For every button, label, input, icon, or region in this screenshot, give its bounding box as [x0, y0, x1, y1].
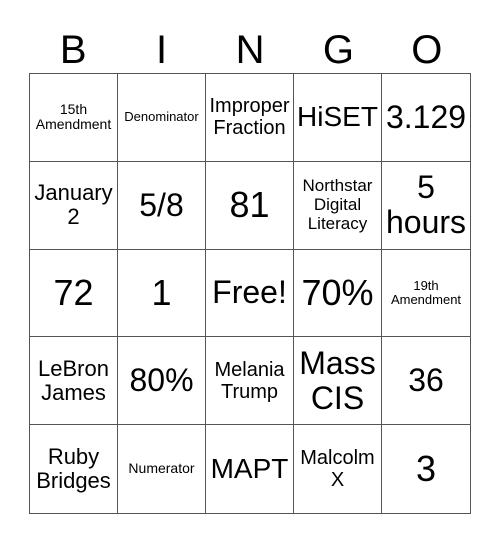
bingo-cell[interactable]: LeBron James	[30, 337, 118, 426]
bingo-cell[interactable]: 3	[382, 425, 470, 513]
header-letter-i: I	[156, 28, 168, 72]
bingo-header: B I N G O	[29, 28, 471, 72]
bingo-cell[interactable]: HiSET	[294, 74, 382, 162]
header-letter-n: N	[235, 28, 265, 72]
bingo-cell[interactable]: 15th Amendment	[30, 74, 118, 162]
bingo-cell[interactable]: 19th Amendment	[382, 250, 470, 338]
bingo-card: 15th Amendment Denominator Improper Frac…	[29, 73, 471, 514]
bingo-cell[interactable]: 72	[30, 249, 118, 338]
header-letter-o: O	[411, 28, 443, 72]
bingo-cell[interactable]: 1	[118, 249, 206, 338]
header-letter-g: G	[322, 28, 354, 72]
bingo-cell[interactable]: Ruby Bridges	[30, 425, 118, 513]
bingo-cell[interactable]: Numerator	[118, 425, 206, 513]
header-letter-b: B	[59, 28, 87, 72]
bingo-cell[interactable]: Denominator	[118, 74, 206, 162]
bingo-cell[interactable]: January 2	[30, 161, 118, 250]
bingo-cell[interactable]: 5 hours	[382, 162, 470, 250]
bingo-cell[interactable]: Melania Trump	[206, 337, 294, 426]
bingo-cell[interactable]: Improper Fraction	[206, 74, 294, 162]
bingo-cell[interactable]: Mass CIS	[294, 337, 382, 426]
bingo-cell[interactable]: 81	[206, 161, 294, 250]
bingo-cell[interactable]: 36	[382, 337, 470, 426]
bingo-cell[interactable]: Malcolm X	[294, 425, 382, 513]
free-space[interactable]: Free!	[206, 249, 294, 338]
bingo-cell[interactable]: 5/8	[118, 161, 206, 250]
bingo-cell[interactable]: 80%	[118, 337, 206, 426]
bingo-cell[interactable]: Northstar Digital Literacy	[294, 161, 382, 250]
bingo-cell[interactable]: 3.129	[382, 74, 470, 162]
bingo-cell[interactable]: MAPT	[206, 425, 294, 513]
bingo-cell[interactable]: 70%	[294, 249, 382, 338]
